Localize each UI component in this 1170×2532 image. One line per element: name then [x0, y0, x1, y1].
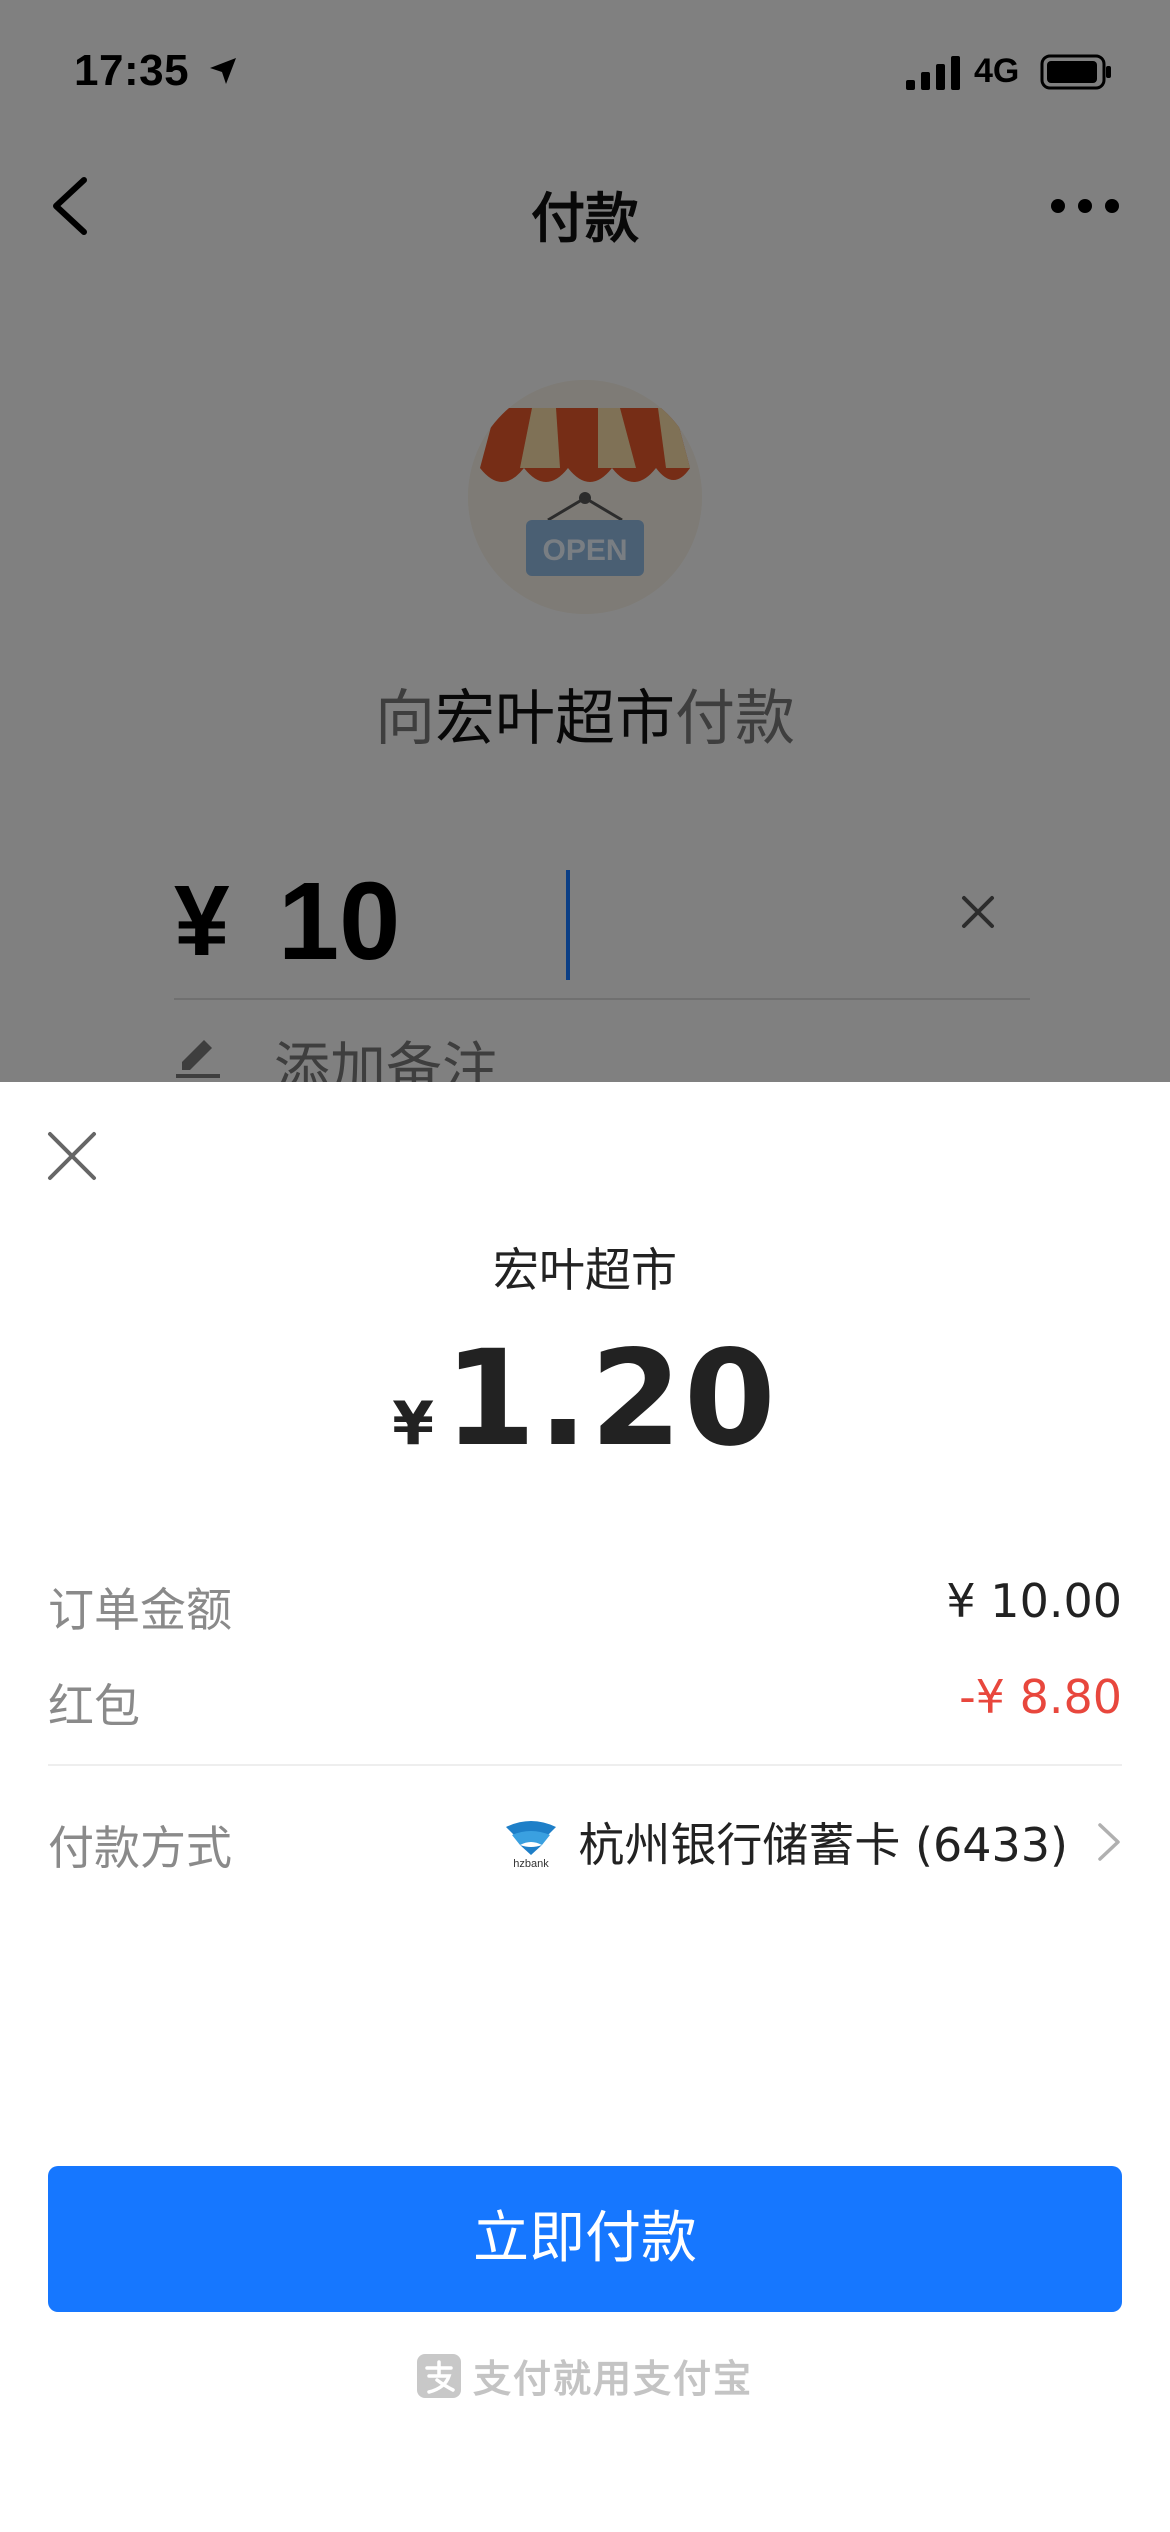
chevron-right-icon	[1098, 1823, 1120, 1861]
payment-method-row[interactable]: 付款方式 hzbank 杭州银行储蓄卡 (6433)	[48, 1802, 1122, 1882]
sheet-merchant-name: 宏叶超市	[493, 1243, 677, 1297]
payment-method-selector[interactable]: hzbank 杭州银行储蓄卡 (6433)	[502, 1802, 1122, 1882]
dim-overlay[interactable]	[0, 0, 1170, 1082]
footer-branding: 支付就用支付宝	[0, 2348, 1170, 2403]
pay-now-button[interactable]: 立即付款	[48, 2166, 1122, 2312]
close-icon[interactable]	[44, 1128, 100, 1184]
order-amount-value: ¥ 10.00	[946, 1574, 1122, 1628]
hzbank-icon: hzbank	[506, 1821, 557, 1870]
order-amount-row: 订单金额 ¥ 10.00	[48, 1566, 1122, 1637]
order-amount-label: 订单金额	[48, 1583, 232, 1637]
red-packet-row: 红包 -¥ 8.80	[48, 1662, 1122, 1733]
alipay-logo-icon	[416, 2353, 461, 2398]
divider	[48, 1764, 1122, 1766]
payment-method-label: 付款方式	[48, 1821, 232, 1875]
payable-value: 1.20	[444, 1322, 778, 1476]
background-page: 17:35 4G 付款 OPEN 向宏叶超市付款 ¥ 10 添加备注	[0, 0, 1170, 1082]
payable-amount: ¥1.20	[0, 1322, 1170, 1476]
footer-slogan: 支付就用支付宝	[472, 2357, 753, 2401]
payment-method-value: 杭州银行储蓄卡 (6433)	[578, 1818, 1068, 1872]
svg-text:hzbank: hzbank	[514, 1858, 550, 1870]
payment-confirm-sheet: 宏叶超市 ¥1.20 订单金额 ¥ 10.00 红包 -¥ 8.80 付款方式 …	[0, 1082, 1170, 2532]
red-packet-label: 红包	[48, 1679, 140, 1733]
red-packet-value: -¥ 8.80	[959, 1670, 1122, 1724]
payable-currency: ¥	[392, 1389, 435, 1459]
